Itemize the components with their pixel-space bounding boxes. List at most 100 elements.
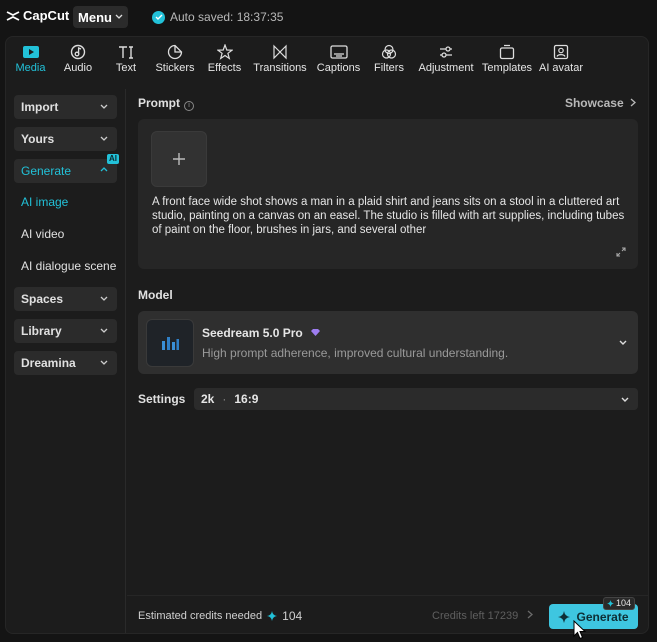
prompt-box[interactable]: A front face wide shot shows a man in a …	[138, 119, 638, 269]
sidebar-item-library[interactable]: Library	[14, 319, 117, 343]
top-bar: CapCut Menu Auto saved: 18:37:35	[0, 0, 657, 36]
ai-image-panel: Prompt i Showcase A front face wide shot …	[127, 89, 648, 633]
media-toolbar: Media Audio Text Stickers Effects Transi…	[6, 37, 648, 77]
chevron-down-icon	[621, 397, 629, 402]
sidebar-item-label: Generate	[21, 164, 72, 178]
sidebar-sub-ai-video[interactable]: AI video	[21, 227, 64, 241]
tab-captions-label: Captions	[316, 62, 361, 74]
text-icon	[117, 43, 135, 61]
tab-stickers[interactable]: Stickers	[149, 37, 201, 77]
add-reference-button[interactable]	[151, 131, 207, 187]
capcut-logo-icon	[6, 10, 20, 21]
transitions-icon	[271, 43, 289, 61]
chevron-down-icon	[100, 104, 108, 109]
media-icon	[22, 43, 40, 61]
showcase-link[interactable]: Showcase	[565, 96, 636, 110]
tab-ai-avatar-label: AI avatar	[538, 62, 584, 74]
model-logo-icon	[146, 319, 194, 367]
tab-captions[interactable]: Captions	[312, 37, 365, 77]
showcase-label: Showcase	[564, 96, 624, 110]
sidebar-item-label: Yours	[21, 132, 55, 146]
autosave-text: Auto saved: 18:37:35	[170, 10, 284, 24]
tab-transitions[interactable]: Transitions	[248, 37, 312, 77]
mouse-cursor-icon	[573, 620, 587, 640]
capcut-logo: CapCut	[6, 8, 69, 23]
chevron-down-icon	[100, 296, 108, 301]
sparkle-icon	[558, 610, 571, 623]
menu-label: Menu	[78, 9, 112, 25]
sidebar-sub-ai-dialogue-scene[interactable]: AI dialogue scene	[21, 259, 116, 273]
logo-text: CapCut	[23, 8, 70, 23]
resolution-value: 2k	[201, 392, 215, 406]
tab-effects-label: Effects	[207, 62, 242, 74]
sidebar-item-import[interactable]: Import	[14, 95, 117, 119]
tab-transitions-label: Transitions	[253, 62, 307, 74]
settings-dropdown[interactable]: 2k · 16:9	[194, 388, 638, 410]
model-description: High prompt adherence, improved cultural…	[202, 346, 509, 360]
check-circle-icon	[152, 10, 165, 24]
chevron-down-icon	[100, 328, 108, 333]
sparkle-icon	[267, 611, 278, 621]
tab-ai-avatar[interactable]: AI avatar	[535, 37, 587, 77]
sidebar-item-spaces[interactable]: Spaces	[14, 287, 117, 311]
tab-filters[interactable]: Filters	[365, 37, 413, 77]
credits-left[interactable]: Credits left 17239	[432, 610, 534, 622]
chevron-up-icon	[100, 167, 108, 172]
filters-icon	[380, 43, 398, 61]
prompt-label-text: Prompt	[138, 96, 180, 110]
tab-stickers-label: Stickers	[155, 62, 195, 74]
tab-text-label: Text	[115, 62, 137, 74]
tab-templates[interactable]: Templates	[479, 37, 535, 77]
sidebar: Import Yours Generate AI AI image AI vid…	[6, 89, 126, 633]
model-name-text: Seedream 5.0 Pro	[202, 326, 303, 340]
audio-icon	[69, 43, 87, 61]
chevron-right-icon	[630, 98, 636, 107]
effects-icon	[216, 43, 234, 61]
tab-text[interactable]: Text	[103, 37, 149, 77]
chevron-right-icon	[527, 610, 534, 619]
sidebar-item-label: Spaces	[21, 292, 64, 306]
sidebar-item-generate[interactable]: Generate AI	[14, 154, 119, 183]
estimated-credits-label: Estimated credits needed	[138, 610, 263, 622]
tab-audio[interactable]: Audio	[53, 37, 103, 77]
sidebar-item-dreamina[interactable]: Dreamina	[14, 351, 117, 375]
captions-icon	[329, 43, 348, 61]
chevron-down-icon	[115, 14, 123, 19]
sidebar-item-label: Import	[21, 100, 59, 114]
estimated-credits: Estimated credits needed 104	[138, 609, 302, 623]
expand-icon[interactable]	[616, 247, 626, 257]
prompt-label: Prompt i	[138, 96, 194, 111]
credits-left-text: Credits left 17239	[432, 610, 519, 622]
editor-panel: Media Audio Text Stickers Effects Transi…	[5, 36, 649, 634]
separator-dot: ·	[222, 392, 227, 406]
sidebar-item-label: Library	[21, 324, 62, 338]
sidebar-item-yours[interactable]: Yours	[14, 127, 117, 151]
tab-effects[interactable]: Effects	[201, 37, 248, 77]
tab-templates-label: Templates	[481, 62, 533, 74]
info-icon[interactable]: i	[184, 101, 194, 111]
chevron-down-icon	[100, 136, 108, 141]
autosave-status: Auto saved: 18:37:35	[152, 10, 283, 24]
generate-footer: Estimated credits needed 104 Credits lef…	[127, 595, 648, 633]
tab-adjustment-label: Adjustment	[418, 62, 474, 74]
tab-adjustment[interactable]: Adjustment	[413, 37, 479, 77]
tab-media-label: Media	[15, 62, 46, 74]
menu-button[interactable]: Menu	[73, 6, 128, 28]
model-name: Seedream 5.0 Pro	[202, 326, 321, 340]
gem-icon	[311, 329, 321, 336]
chevron-down-icon	[100, 360, 108, 365]
sparkle-icon	[607, 600, 614, 607]
adjustment-icon	[437, 43, 455, 61]
model-selector[interactable]: Seedream 5.0 Pro High prompt adherence, …	[138, 311, 638, 374]
generate-cost-badge: 104	[603, 597, 636, 610]
prompt-input[interactable]: A front face wide shot shows a man in a …	[152, 195, 627, 239]
chevron-down-icon	[619, 340, 627, 345]
ai-avatar-icon	[552, 43, 570, 61]
ai-badge: AI	[107, 154, 119, 164]
sidebar-sub-ai-image[interactable]: AI image	[21, 195, 68, 209]
tab-audio-label: Audio	[63, 62, 93, 74]
templates-icon	[498, 43, 516, 61]
tab-media[interactable]: Media	[8, 37, 53, 77]
tab-filters-label: Filters	[374, 62, 404, 74]
settings-label: Settings	[138, 392, 186, 406]
